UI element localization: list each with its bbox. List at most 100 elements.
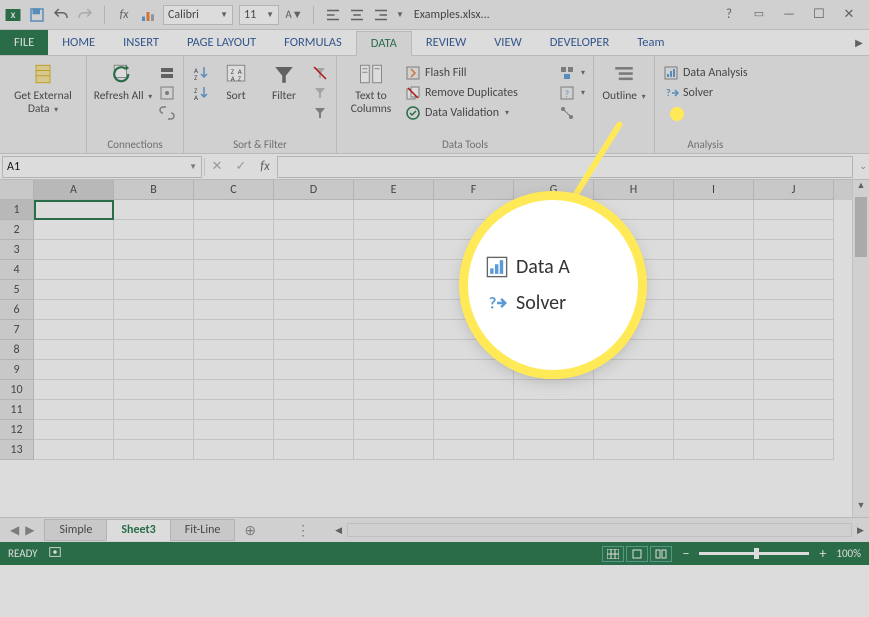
align-center-icon[interactable] bbox=[348, 6, 366, 24]
cell[interactable] bbox=[354, 200, 434, 220]
row-header[interactable]: 2 bbox=[0, 220, 34, 240]
prev-sheet-icon[interactable]: ◀ bbox=[10, 523, 19, 538]
font-name-box[interactable]: Calibri▼ bbox=[163, 5, 233, 25]
cell[interactable] bbox=[434, 420, 514, 440]
sort-asc-button[interactable]: AZ bbox=[190, 64, 210, 82]
cell[interactable] bbox=[34, 400, 114, 420]
cell[interactable] bbox=[34, 300, 114, 320]
cell[interactable] bbox=[434, 380, 514, 400]
name-box[interactable]: A1▼ bbox=[2, 156, 202, 178]
cell[interactable] bbox=[674, 400, 754, 420]
zoom-out-button[interactable]: − bbox=[682, 545, 689, 562]
cell[interactable] bbox=[34, 260, 114, 280]
cell[interactable] bbox=[194, 240, 274, 260]
cell[interactable] bbox=[274, 320, 354, 340]
sort-desc-button[interactable]: ZA bbox=[190, 84, 210, 102]
cell[interactable] bbox=[114, 400, 194, 420]
tab-page-layout[interactable]: PAGE LAYOUT bbox=[173, 30, 270, 55]
cell[interactable] bbox=[194, 420, 274, 440]
row-header[interactable]: 4 bbox=[0, 260, 34, 280]
scroll-tabs-icon[interactable]: ▶ bbox=[849, 30, 869, 55]
formula-input[interactable] bbox=[277, 156, 853, 178]
row-header[interactable]: 8 bbox=[0, 340, 34, 360]
cell[interactable] bbox=[354, 240, 434, 260]
maximize-button[interactable]: ☐ bbox=[809, 7, 829, 22]
row-header[interactable]: 7 bbox=[0, 320, 34, 340]
page-layout-view-button[interactable] bbox=[626, 546, 648, 562]
macro-record-icon[interactable] bbox=[48, 545, 62, 562]
edit-links-button[interactable] bbox=[157, 104, 177, 122]
cell[interactable] bbox=[34, 380, 114, 400]
cell[interactable] bbox=[274, 360, 354, 380]
cell[interactable] bbox=[754, 340, 834, 360]
cell[interactable] bbox=[754, 360, 834, 380]
insert-function-icon[interactable]: fx bbox=[253, 159, 277, 174]
cell[interactable] bbox=[594, 360, 674, 380]
cell[interactable] bbox=[274, 380, 354, 400]
cell[interactable] bbox=[114, 320, 194, 340]
cell[interactable] bbox=[754, 400, 834, 420]
cell[interactable] bbox=[114, 240, 194, 260]
cell[interactable] bbox=[754, 300, 834, 320]
normal-view-button[interactable] bbox=[602, 546, 624, 562]
col-header[interactable]: E bbox=[354, 180, 434, 200]
cell[interactable] bbox=[674, 280, 754, 300]
tab-formulas[interactable]: FORMULAS bbox=[270, 30, 356, 55]
cell[interactable] bbox=[34, 420, 114, 440]
advanced-filter-button[interactable] bbox=[310, 104, 330, 122]
cell[interactable] bbox=[514, 440, 594, 460]
save-icon[interactable] bbox=[28, 6, 46, 24]
row-header[interactable]: 3 bbox=[0, 240, 34, 260]
cell[interactable] bbox=[114, 300, 194, 320]
font-size-box[interactable]: 11▼ bbox=[239, 5, 279, 25]
row-header[interactable]: 10 bbox=[0, 380, 34, 400]
cell[interactable] bbox=[114, 220, 194, 240]
scroll-left-icon[interactable]: ◀ bbox=[330, 525, 347, 536]
cell[interactable] bbox=[354, 280, 434, 300]
clear-filter-button[interactable] bbox=[310, 64, 330, 82]
row-header[interactable]: 13 bbox=[0, 440, 34, 460]
tab-view[interactable]: VIEW bbox=[480, 30, 535, 55]
zoom-in-button[interactable]: + bbox=[819, 545, 826, 562]
relationships-button[interactable] bbox=[557, 104, 587, 122]
cell[interactable] bbox=[114, 200, 194, 220]
cell[interactable] bbox=[34, 280, 114, 300]
tab-data[interactable]: DATA bbox=[356, 31, 412, 56]
filter-button[interactable]: Filter bbox=[262, 60, 306, 103]
cell[interactable] bbox=[194, 200, 274, 220]
ribbon-display-icon[interactable]: ▭ bbox=[749, 7, 769, 22]
cell[interactable] bbox=[354, 440, 434, 460]
cell[interactable] bbox=[34, 320, 114, 340]
cell[interactable] bbox=[754, 220, 834, 240]
cell[interactable] bbox=[674, 220, 754, 240]
cell[interactable] bbox=[274, 340, 354, 360]
cell[interactable] bbox=[754, 440, 834, 460]
what-if-button[interactable]: ?▾ bbox=[557, 84, 587, 102]
horizontal-scrollbar[interactable]: ◀ ▶ bbox=[330, 523, 869, 537]
col-header[interactable]: H bbox=[594, 180, 674, 200]
cell[interactable] bbox=[354, 400, 434, 420]
cell[interactable] bbox=[34, 440, 114, 460]
flash-fill-button[interactable]: Flash Fill bbox=[403, 64, 553, 82]
new-sheet-button[interactable]: ⊕ bbox=[234, 522, 266, 539]
tab-team[interactable]: Team bbox=[623, 30, 678, 55]
cell[interactable] bbox=[354, 220, 434, 240]
scroll-right-icon[interactable]: ▶ bbox=[852, 525, 869, 536]
properties-button[interactable] bbox=[157, 84, 177, 102]
text-to-columns-button[interactable]: Text to Columns bbox=[343, 60, 399, 116]
cell[interactable] bbox=[194, 380, 274, 400]
cell[interactable] bbox=[514, 420, 594, 440]
row-header[interactable]: 5 bbox=[0, 280, 34, 300]
cell[interactable] bbox=[434, 440, 514, 460]
cancel-formula-icon[interactable]: ✕ bbox=[205, 159, 229, 174]
consolidate-button[interactable]: ▾ bbox=[557, 64, 587, 82]
help-icon[interactable]: ? bbox=[719, 7, 739, 22]
tab-file[interactable]: FILE bbox=[0, 30, 48, 55]
cell[interactable] bbox=[754, 320, 834, 340]
reapply-button[interactable] bbox=[310, 84, 330, 102]
cell[interactable] bbox=[114, 280, 194, 300]
cell[interactable] bbox=[274, 240, 354, 260]
cell[interactable] bbox=[354, 360, 434, 380]
cell[interactable] bbox=[674, 320, 754, 340]
cell[interactable] bbox=[194, 260, 274, 280]
